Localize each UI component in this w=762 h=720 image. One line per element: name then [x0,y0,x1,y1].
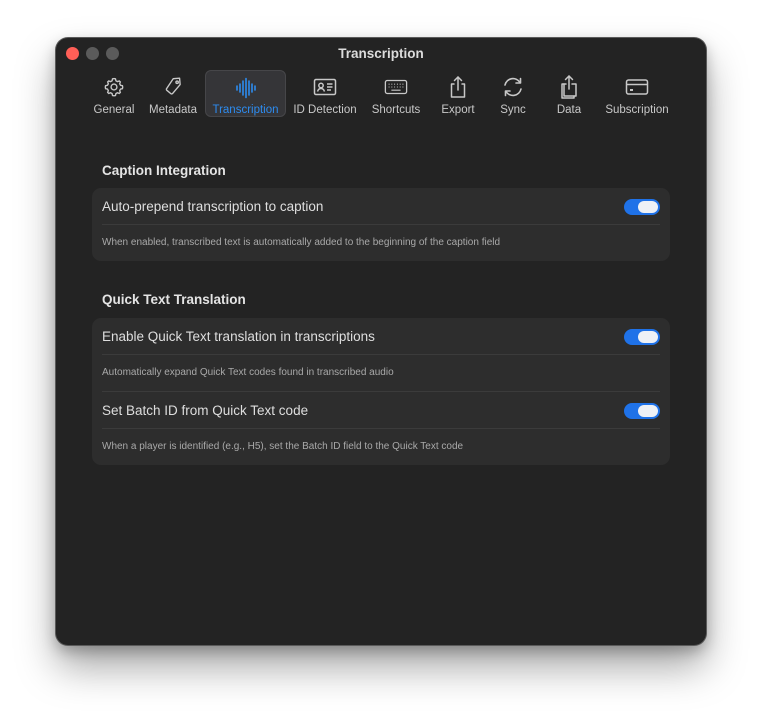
auto-prepend-description: When enabled, transcribed text is automa… [102,237,501,248]
toggle-knob [638,405,658,417]
batch-id-description: When a player is identified (e.g., H5), … [102,441,464,452]
toggle-knob [638,201,658,213]
tab-label: Export [441,104,475,116]
tab-metadata[interactable]: Metadata [145,70,201,117]
divider [102,391,660,392]
enable-quick-text-label: Enable Quick Text translation in transcr… [102,329,375,344]
tab-label: Sync [500,104,526,116]
auto-prepend-label: Auto-prepend transcription to caption [102,199,324,214]
tab-label: Metadata [149,104,197,116]
tab-sync[interactable]: Sync [491,70,535,117]
title-bar[interactable]: Transcription [56,38,706,68]
tab-data[interactable]: Data [548,70,590,117]
tab-general[interactable]: General [89,70,139,117]
keyboard-icon [384,75,408,99]
preferences-window: Transcription General Metadata Transcrip… [56,38,706,645]
tab-label: Subscription [605,104,669,116]
waveform-icon [234,76,258,99]
divider [102,224,660,225]
section-title-quick-text: Quick Text Translation [102,292,246,307]
tab-export[interactable]: Export [435,70,481,117]
window-title: Transcription [338,46,424,61]
tab-label: Shortcuts [371,104,421,116]
tag-icon [161,75,185,99]
tab-label: General [93,104,135,116]
caption-integration-card: Auto-prepend transcription to caption Wh… [92,188,670,261]
credit-card-icon [625,75,649,99]
tab-label: ID Detection [293,104,357,116]
quick-text-card: Enable Quick Text translation in transcr… [92,318,670,465]
tab-label: Transcription [212,104,279,116]
gear-icon [102,75,126,99]
tab-label: Data [556,104,582,116]
section-title-caption-integration: Caption Integration [102,163,226,178]
tab-id-detection[interactable]: ID Detection [290,70,360,117]
batch-id-toggle[interactable] [624,403,660,419]
divider [102,354,660,355]
share-icon [446,75,470,99]
enable-quick-text-description: Automatically expand Quick Text codes fo… [102,367,394,378]
data-share-icon [557,75,581,99]
enable-quick-text-toggle[interactable] [624,329,660,345]
tab-subscription[interactable]: Subscription [599,70,675,117]
preferences-toolbar: General Metadata Transcription ID Detect… [56,70,706,120]
tab-shortcuts[interactable]: Shortcuts [366,70,426,117]
batch-id-label: Set Batch ID from Quick Text code [102,403,309,418]
id-card-icon [313,75,337,99]
sync-icon [501,75,525,99]
divider [102,428,660,429]
tab-transcription[interactable]: Transcription [205,70,286,117]
auto-prepend-toggle[interactable] [624,199,660,215]
toggle-knob [638,331,658,343]
